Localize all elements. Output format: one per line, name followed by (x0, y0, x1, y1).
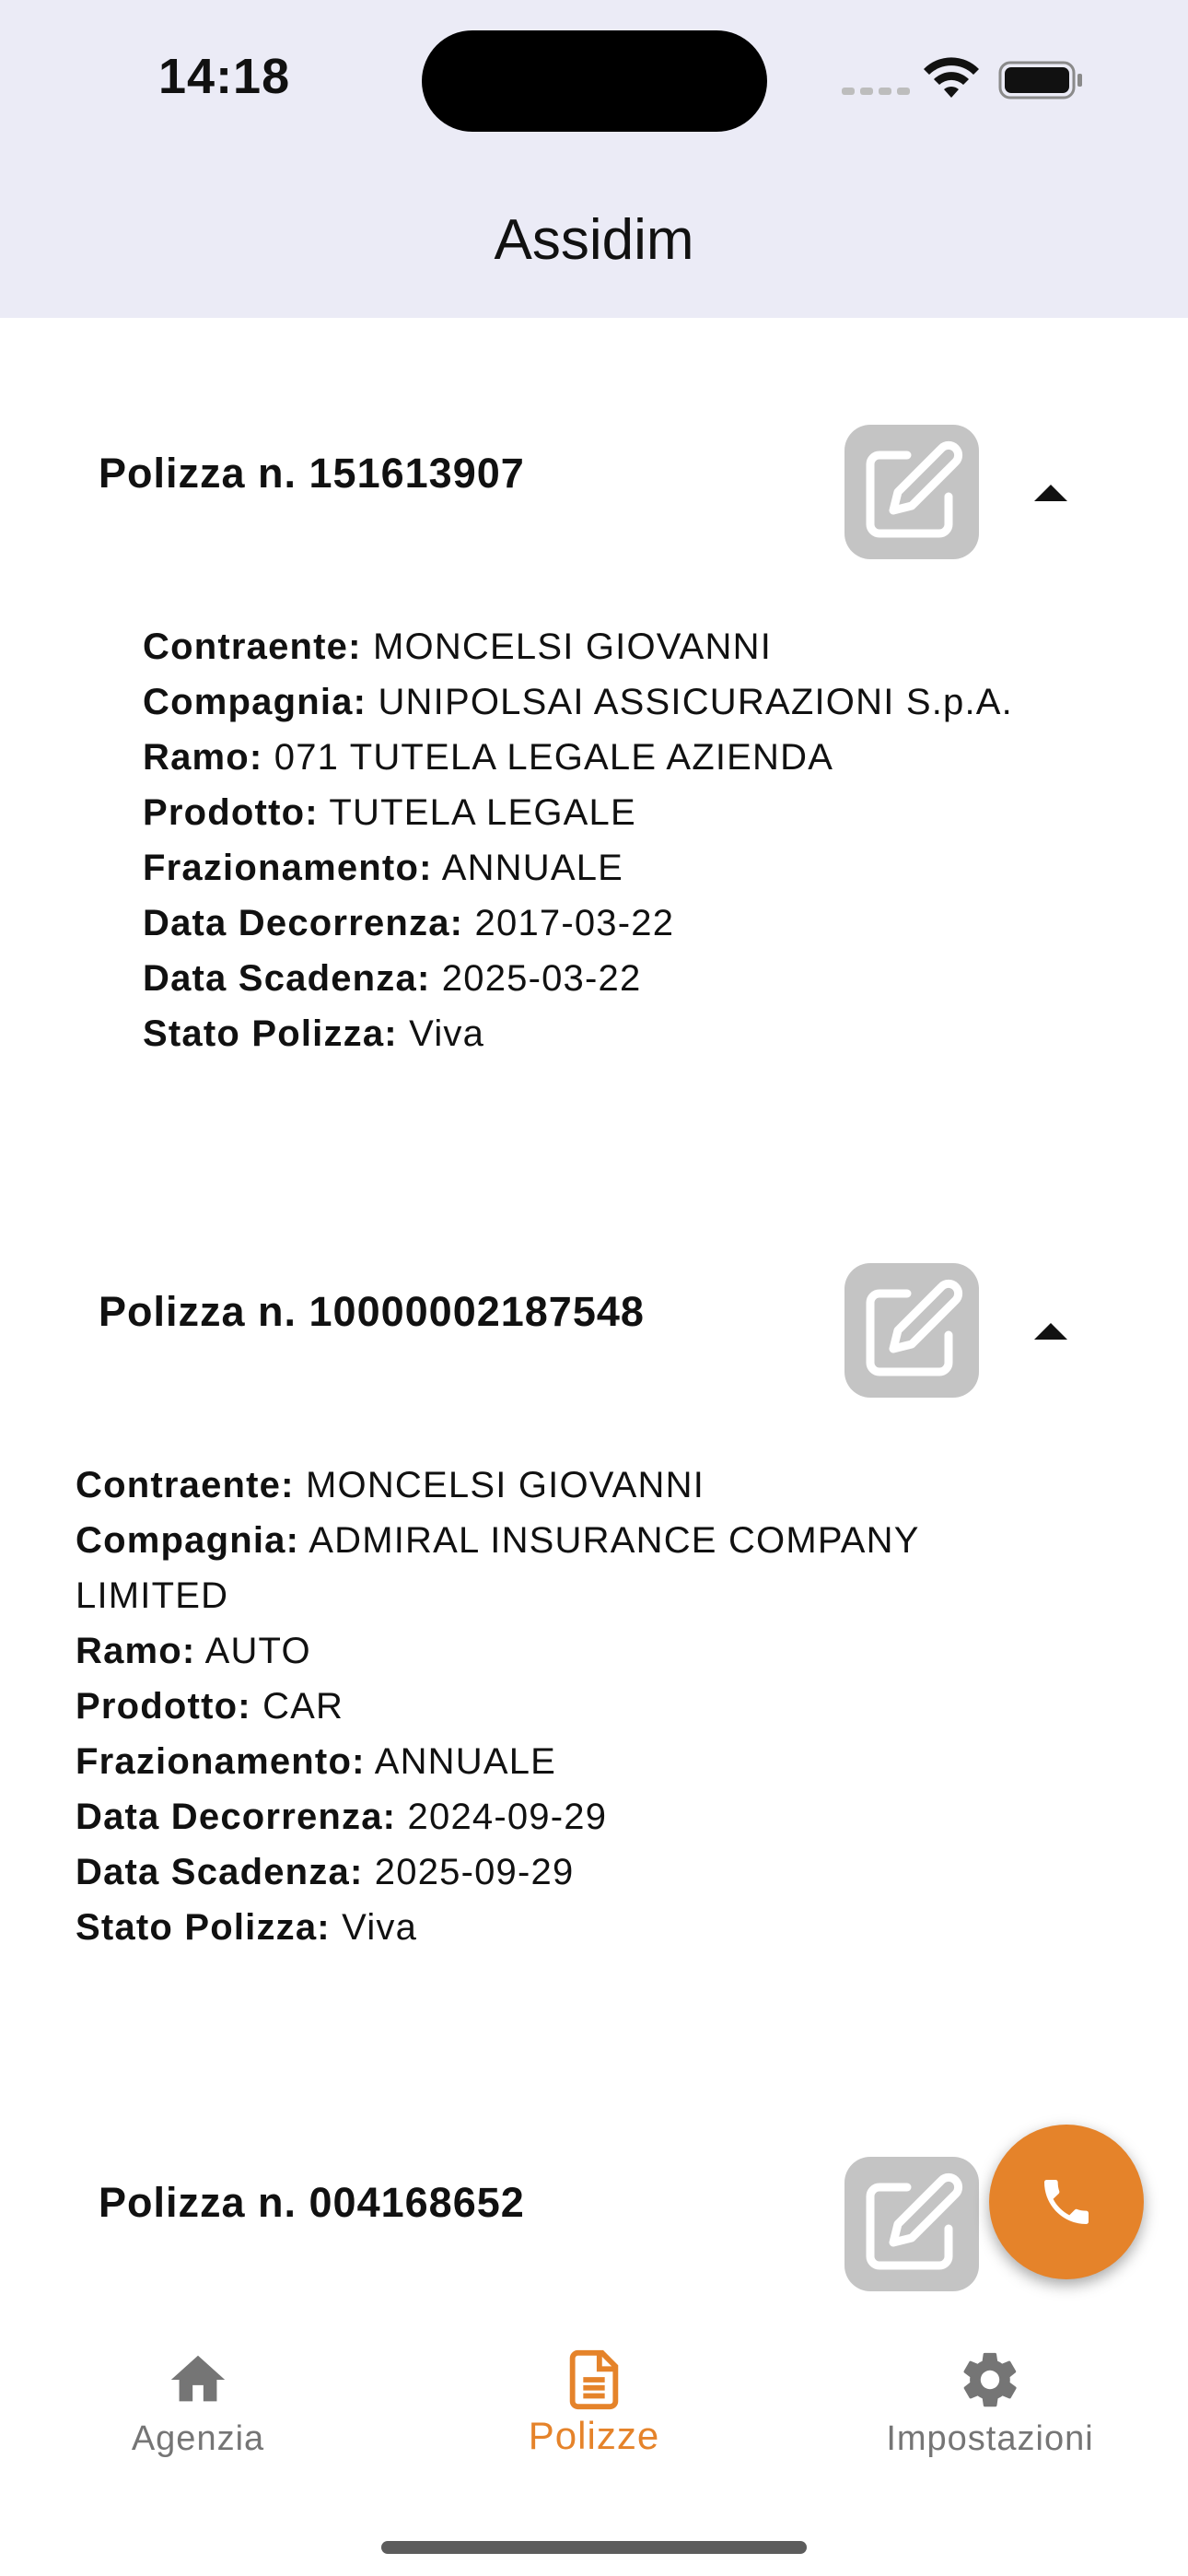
detail-row: Prodotto: CAR (76, 1686, 344, 1727)
document-icon (569, 2349, 619, 2410)
tab-label: Polizze (528, 2414, 660, 2457)
detail-row: Data Decorrenza: 2017-03-22 (143, 903, 675, 943)
home-indicator (381, 2541, 807, 2554)
status-time: 14:18 (158, 49, 291, 104)
policy-details: Contraente: MONCELSI GIOVANNI Compagnia:… (143, 619, 1013, 1061)
policy-title: Polizza n. 151613907 (99, 450, 525, 497)
policy-title: Polizza n. 004168652 (99, 2179, 525, 2226)
tab-polizze[interactable]: Polizze (396, 2320, 792, 2486)
tab-label: Impostazioni (886, 2419, 1094, 2458)
edit-policy-button[interactable] (844, 1263, 979, 1398)
policy-list[interactable]: Polizza n. 151613907 Contraente: MONCELS… (0, 318, 1188, 2320)
detail-row: Ramo: AUTO (76, 1631, 311, 1671)
detail-row: Frazionamento: ANNUALE (143, 848, 624, 888)
call-button[interactable] (989, 2125, 1144, 2279)
wifi-icon (924, 57, 979, 98)
app-header: 14:18 Assidim (0, 0, 1188, 318)
detail-row: Data Scadenza: 2025-03-22 (143, 958, 642, 999)
detail-row: Data Scadenza: 2025-09-29 (76, 1852, 575, 1892)
edit-icon (866, 440, 963, 538)
detail-row: LIMITED (76, 1575, 229, 1616)
edit-icon (866, 2172, 963, 2270)
policy-details: Contraente: MONCELSI GIOVANNI Compagnia:… (76, 1458, 920, 1955)
cellular-signal-icon (842, 88, 910, 95)
home-icon (170, 2355, 226, 2402)
tab-impostazioni[interactable]: Impostazioni (792, 2320, 1188, 2486)
edit-icon (866, 1279, 963, 1376)
detail-row: Stato Polizza: Viva (143, 1013, 485, 1054)
phone-icon (1044, 2180, 1089, 2224)
detail-row: Prodotto: TUTELA LEGALE (143, 792, 636, 833)
dynamic-island (422, 30, 767, 132)
detail-row: Ramo: 071 TUTELA LEGALE AZIENDA (143, 737, 834, 778)
detail-row: Data Decorrenza: 2024-09-29 (76, 1797, 608, 1837)
bottom-tab-bar: Agenzia Polizze Impostazioni (0, 2320, 1188, 2576)
detail-row: Stato Polizza: Viva (76, 1907, 418, 1948)
battery-icon (998, 61, 1082, 100)
edit-policy-button[interactable] (844, 2157, 979, 2291)
collapse-caret-icon[interactable] (1031, 1319, 1070, 1341)
detail-row: Contraente: MONCELSI GIOVANNI (76, 1465, 705, 1505)
detail-row: Compagnia: ADMIRAL INSURANCE COMPANY (76, 1520, 920, 1561)
page-title: Assidim (494, 208, 694, 272)
tab-label: Agenzia (131, 2419, 265, 2458)
collapse-caret-icon[interactable] (1031, 481, 1070, 503)
detail-row: Contraente: MONCELSI GIOVANNI (143, 626, 773, 667)
tab-agenzia[interactable]: Agenzia (0, 2320, 396, 2486)
detail-row: Compagnia: UNIPOLSAI ASSICURAZIONI S.p.A… (143, 682, 1013, 722)
gear-icon (963, 2352, 1017, 2407)
detail-row: Frazionamento: ANNUALE (76, 1741, 557, 1782)
policy-title: Polizza n. 10000002187548 (99, 1288, 645, 1335)
edit-policy-button[interactable] (844, 425, 979, 559)
